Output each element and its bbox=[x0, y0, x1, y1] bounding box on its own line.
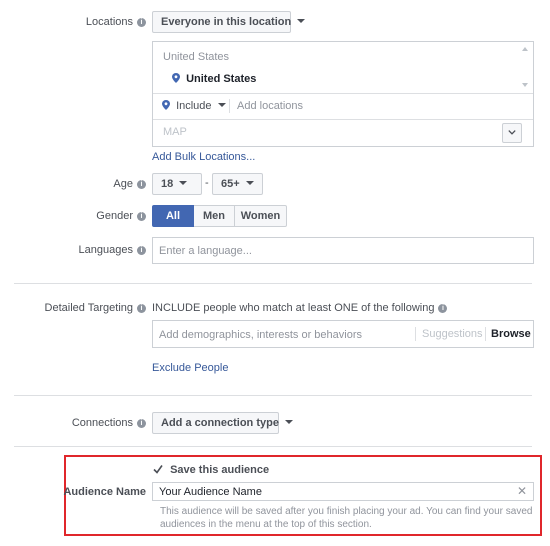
location-pin-icon bbox=[162, 100, 170, 110]
age-separator: - bbox=[205, 177, 209, 189]
map-label: MAP bbox=[163, 126, 187, 138]
info-icon[interactable]: i bbox=[438, 304, 448, 313]
gender-label: Gender i bbox=[60, 210, 146, 222]
location-scrollbar[interactable] bbox=[519, 42, 533, 94]
add-locations-input[interactable]: Add locations bbox=[237, 100, 303, 112]
info-icon[interactable]: i bbox=[137, 212, 146, 221]
location-pin-icon bbox=[172, 73, 180, 83]
clear-icon[interactable]: ✕ bbox=[517, 484, 527, 498]
info-icon[interactable]: i bbox=[137, 304, 146, 313]
detailed-targeting-description: INCLUDE people who match at least ONE of… bbox=[152, 302, 448, 314]
add-bulk-locations-link[interactable]: Add Bulk Locations... bbox=[152, 151, 255, 163]
exclude-people-link[interactable]: Exclude People bbox=[152, 362, 228, 374]
info-icon[interactable]: i bbox=[137, 180, 146, 189]
info-icon[interactable]: i bbox=[137, 419, 146, 428]
locations-type-dropdown[interactable]: Everyone in this location bbox=[152, 11, 306, 33]
input-separator bbox=[415, 327, 416, 341]
browse-button[interactable]: Browse bbox=[491, 328, 531, 340]
connections-label: Connections i bbox=[60, 417, 146, 429]
section-divider bbox=[14, 283, 532, 284]
chevron-down-icon bbox=[179, 181, 188, 185]
section-divider bbox=[14, 446, 532, 447]
country-header: United States bbox=[163, 51, 230, 63]
info-icon[interactable]: i bbox=[137, 246, 146, 255]
selected-location[interactable]: United States bbox=[172, 73, 256, 85]
include-separator bbox=[229, 99, 230, 113]
chevron-down-icon bbox=[245, 181, 254, 185]
age-label: Age i bbox=[60, 178, 146, 190]
chevron-down-icon bbox=[508, 130, 516, 135]
section-divider bbox=[14, 395, 532, 396]
detailed-targeting-box: Add demographics, interests or behaviors… bbox=[152, 320, 534, 348]
language-input[interactable]: Enter a language... bbox=[152, 237, 534, 264]
languages-label: Languages i bbox=[60, 244, 146, 256]
info-icon[interactable]: i bbox=[137, 18, 146, 27]
gender-all-button[interactable]: All bbox=[152, 205, 194, 227]
detailed-targeting-label: Detailed Targeting i bbox=[20, 302, 146, 314]
include-dropdown[interactable]: Include bbox=[162, 100, 226, 112]
age-max-dropdown[interactable]: 65+ bbox=[212, 173, 263, 195]
detailed-targeting-input[interactable]: Add demographics, interests or behaviors bbox=[159, 329, 362, 341]
locations-label: Locations i bbox=[60, 16, 146, 28]
save-audience-checkbox[interactable]: Save this audience bbox=[153, 464, 269, 476]
row-divider bbox=[153, 93, 533, 94]
browse-separator bbox=[485, 327, 486, 341]
chevron-down-icon bbox=[217, 103, 226, 107]
age-min-dropdown[interactable]: 18 bbox=[152, 173, 202, 195]
row-divider bbox=[153, 119, 533, 120]
audience-name-input[interactable]: Your Audience Name ✕ bbox=[152, 482, 534, 501]
suggestions-button[interactable]: Suggestions bbox=[422, 328, 483, 340]
gender-women-button[interactable]: Women bbox=[235, 205, 287, 227]
gender-men-button[interactable]: Men bbox=[194, 205, 235, 227]
connections-dropdown[interactable]: Add a connection type bbox=[152, 412, 293, 434]
audience-name-label: Audience Name bbox=[63, 486, 146, 498]
audience-help-text: This audience will be saved after you fi… bbox=[160, 506, 533, 530]
map-toggle-button[interactable] bbox=[502, 123, 522, 143]
locations-box: United States United States Include Add … bbox=[152, 41, 534, 147]
checkmark-icon bbox=[153, 465, 163, 474]
chevron-down-icon bbox=[284, 420, 293, 424]
chevron-down-icon bbox=[297, 19, 306, 23]
